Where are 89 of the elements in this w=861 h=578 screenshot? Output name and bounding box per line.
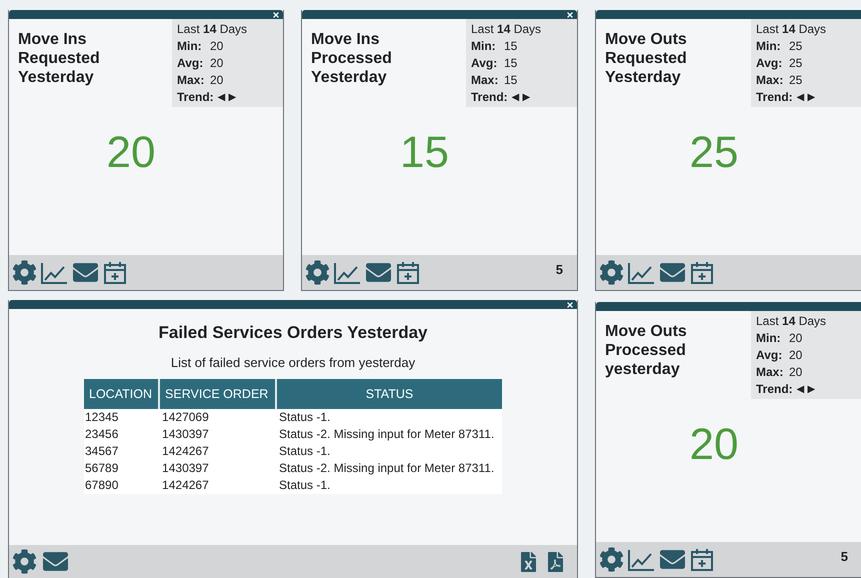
settings-icon[interactable] (599, 260, 624, 285)
widget-title: Move Ins Requested Yesterday (17, 30, 101, 88)
settings-icon[interactable] (305, 260, 330, 285)
metric-value: 20 (106, 129, 156, 177)
settings-icon[interactable] (12, 260, 37, 285)
mail-icon[interactable] (71, 260, 100, 285)
stat-value: 20 (789, 347, 802, 364)
calendar-add-icon[interactable] (690, 260, 714, 285)
column-header: STATUS (276, 379, 502, 409)
settings-icon[interactable] (12, 549, 37, 574)
stat-label: Avg: (756, 55, 784, 72)
table-cell: 34567 (84, 443, 160, 460)
table-cell: 1427069 (159, 409, 276, 426)
count-label: 5 (840, 548, 848, 566)
stat-value: 20 (210, 55, 224, 72)
table-cell: Status -1. (276, 409, 502, 426)
table-cell: 12345 (84, 409, 160, 426)
stat-label: Max: (756, 364, 784, 381)
widget-title: Failed Services Orders Yesterday (158, 322, 428, 344)
count-label: 5 (556, 261, 563, 279)
table-cell: Status -2. Missing input for Meter 87311. (276, 426, 502, 443)
metric-value: 20 (690, 421, 738, 469)
trend-arrows[interactable]: ◀ ▶ (796, 89, 816, 106)
stat-label: Avg: (177, 55, 204, 72)
stat-label: Min: (177, 38, 203, 55)
settings-icon[interactable] (599, 547, 624, 572)
close-icon[interactable] (566, 300, 574, 308)
stats-heading: Last 14 Days (756, 21, 828, 38)
table-cell: 56789 (84, 460, 160, 477)
metric-value: 25 (690, 129, 738, 177)
stat-value: 20 (210, 72, 224, 89)
trend-arrows[interactable]: ◀ ▶ (218, 89, 236, 106)
stat-value: 25 (789, 72, 802, 89)
table-cell: Status -1. (276, 477, 502, 494)
stat-value: 25 (789, 38, 802, 55)
spreadsheet-file-icon[interactable] (521, 552, 536, 572)
stat-value: 15 (504, 72, 518, 89)
trend-label: Trend: (756, 89, 793, 106)
stat-value: 25 (789, 55, 802, 72)
stat-value: 20 (789, 364, 802, 381)
line-chart-icon[interactable] (333, 260, 361, 284)
mail-icon[interactable] (658, 547, 687, 572)
line-chart-icon[interactable] (627, 548, 655, 572)
stats-heading: Last 14 Days (756, 313, 828, 330)
column-header: SERVICE ORDER (159, 379, 276, 409)
table-cell: 1430397 (159, 426, 276, 443)
widget-title: Move Outs Processed yesterday (604, 322, 688, 380)
close-icon[interactable] (272, 10, 280, 18)
stat-label: Max: (756, 72, 784, 89)
stat-label: Avg: (756, 347, 784, 364)
stat-label: Avg: (471, 55, 498, 72)
stats-heading: Last 14 Days (471, 21, 542, 38)
stats-heading: Last 14 Days (177, 21, 248, 38)
trend-arrows[interactable]: ◀ ▶ (512, 89, 530, 106)
stat-label: Min: (471, 38, 497, 55)
widget-title: Move Ins Processed Yesterday (310, 30, 393, 88)
close-icon[interactable] (566, 10, 574, 18)
table-cell: 1430397 (159, 460, 276, 477)
stat-label: Min: (756, 330, 782, 347)
calendar-add-icon[interactable] (396, 260, 420, 285)
stat-value: 15 (504, 38, 518, 55)
stat-value: 20 (789, 330, 802, 347)
stat-label: Max: (471, 72, 500, 89)
trend-arrows[interactable]: ◀ ▶ (796, 381, 816, 398)
table-cell: Status -2. Missing input for Meter 87311. (276, 460, 502, 477)
mail-icon[interactable] (658, 260, 687, 285)
table-cell: 67890 (84, 477, 160, 494)
metric-value: 15 (400, 129, 449, 177)
trend-label: Trend: (756, 381, 793, 398)
stat-value: 20 (210, 38, 224, 55)
line-chart-icon[interactable] (627, 260, 655, 284)
trend-label: Trend: (177, 89, 214, 106)
stat-value: 15 (504, 55, 518, 72)
column-header: LOCATION (84, 379, 160, 409)
table-cell: 23456 (84, 426, 160, 443)
pdf-file-icon[interactable] (548, 552, 563, 572)
mail-icon[interactable] (364, 260, 393, 285)
stat-label: Min: (756, 38, 782, 55)
widget-subtitle: List of failed service orders from yesterday (170, 354, 416, 372)
stat-label: Max: (177, 72, 206, 89)
table-cell: 1424267 (159, 477, 276, 494)
table-cell: Status -1. (276, 443, 502, 460)
mail-icon[interactable] (41, 549, 70, 574)
calendar-add-icon[interactable] (103, 260, 127, 285)
trend-label: Trend: (471, 89, 508, 106)
calendar-add-icon[interactable] (690, 547, 714, 572)
table-cell: 1424267 (159, 443, 276, 460)
widget-title: Move Outs Requested Yesterday (604, 30, 688, 88)
line-chart-icon[interactable] (40, 260, 68, 284)
